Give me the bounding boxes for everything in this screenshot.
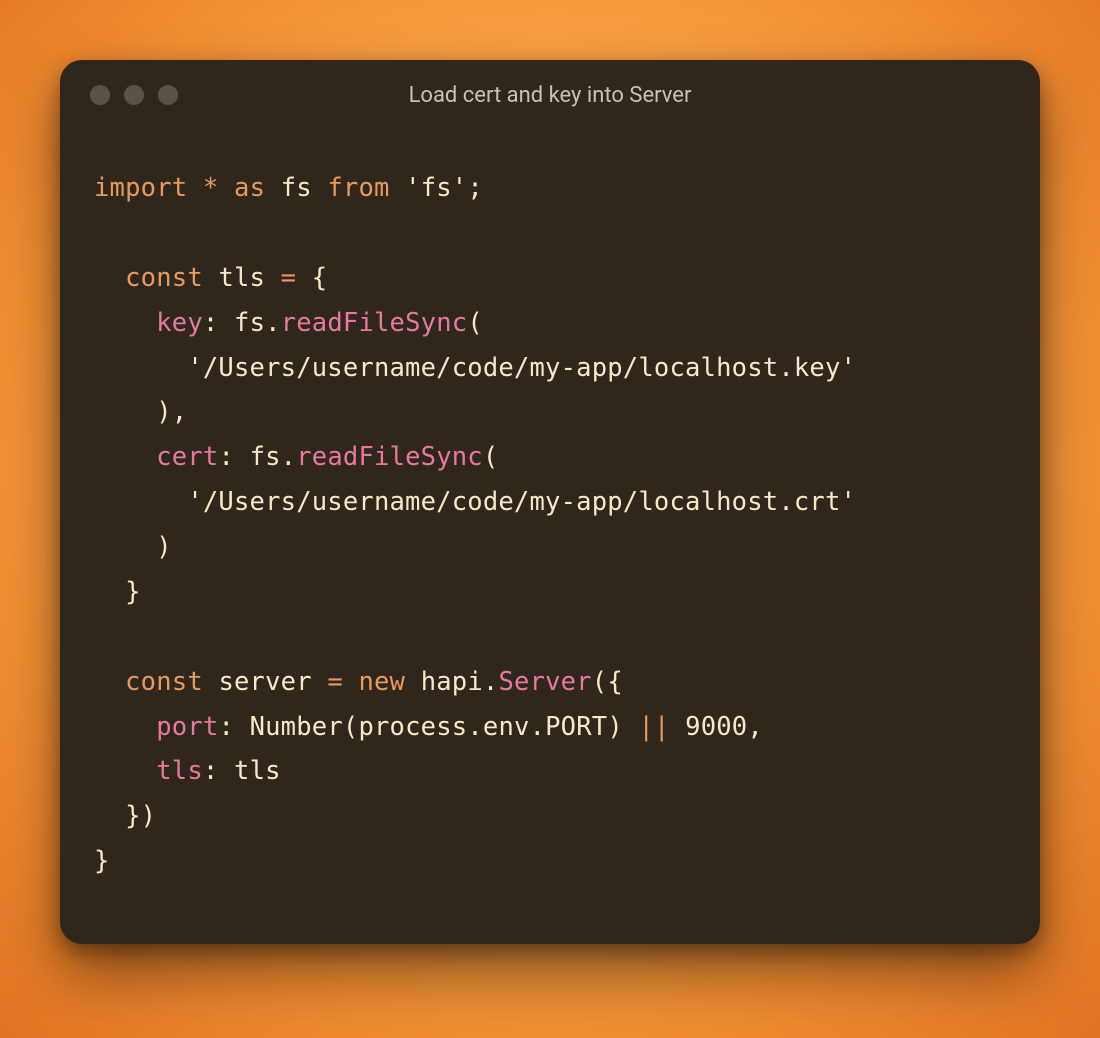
code-window: Load cert and key into Server import * a… bbox=[60, 60, 1040, 944]
fn-readfilesync: readFileSync bbox=[296, 442, 483, 472]
fn-readfilesync: readFileSync bbox=[281, 308, 468, 338]
property-key: key bbox=[156, 308, 203, 338]
punct-dot: . bbox=[483, 667, 499, 697]
close-icon[interactable] bbox=[90, 85, 110, 105]
punct-colon: : bbox=[218, 712, 234, 742]
punct-rparen: ) bbox=[156, 532, 172, 562]
punct-lbrace: { bbox=[607, 667, 623, 697]
identifier-port: PORT bbox=[545, 712, 607, 742]
operator-or: || bbox=[638, 712, 669, 742]
punct-lparen: ( bbox=[483, 442, 499, 472]
punct-dot: . bbox=[467, 712, 483, 742]
class-server: Server bbox=[498, 667, 591, 697]
punct-lparen: ( bbox=[343, 712, 359, 742]
identifier-process: process bbox=[358, 712, 467, 742]
property-cert: cert bbox=[156, 442, 218, 472]
punct-dot: . bbox=[281, 442, 297, 472]
punct-lbrace: { bbox=[312, 263, 328, 293]
code-area[interactable]: import * as fs from 'fs'; const tls = { … bbox=[60, 130, 1040, 904]
zoom-icon[interactable] bbox=[158, 85, 178, 105]
identifier-server: server bbox=[218, 667, 311, 697]
minimize-icon[interactable] bbox=[124, 85, 144, 105]
identifier-env: env bbox=[483, 712, 530, 742]
punct-lparen: ( bbox=[467, 308, 483, 338]
property-tls: tls bbox=[156, 756, 203, 786]
identifier-number: Number bbox=[250, 712, 343, 742]
punct-rparen: ) bbox=[156, 397, 172, 427]
identifier-hapi: hapi bbox=[421, 667, 483, 697]
string-fs-module: 'fs' bbox=[405, 173, 467, 203]
identifier-fs: fs bbox=[234, 308, 265, 338]
operator-eq: = bbox=[327, 667, 343, 697]
punct-colon: : bbox=[203, 756, 219, 786]
punct-rbrace: } bbox=[125, 801, 141, 831]
punct-lparen: ( bbox=[592, 667, 608, 697]
punct-dot: . bbox=[265, 308, 281, 338]
identifier-tls: tls bbox=[234, 756, 281, 786]
punct-rbrace: } bbox=[94, 846, 110, 876]
number-9000: 9000 bbox=[685, 712, 747, 742]
keyword-from: from bbox=[327, 173, 389, 203]
keyword-as: as bbox=[234, 173, 265, 203]
punct-colon: : bbox=[218, 442, 234, 472]
punct-comma: , bbox=[747, 712, 763, 742]
code-block: import * as fs from 'fs'; const tls = { … bbox=[94, 166, 1016, 884]
keyword-new: new bbox=[358, 667, 405, 697]
punct-comma: , bbox=[172, 397, 188, 427]
window-title: Load cert and key into Server bbox=[60, 83, 1040, 108]
punct-dot: . bbox=[530, 712, 546, 742]
punct-semi: ; bbox=[467, 173, 483, 203]
operator-star: * bbox=[203, 173, 219, 203]
string-cert-path: '/Users/username/code/my-app/localhost.c… bbox=[187, 487, 856, 517]
identifier-tls: tls bbox=[218, 263, 265, 293]
punct-colon: : bbox=[203, 308, 219, 338]
identifier-fs: fs bbox=[250, 442, 281, 472]
page-background: Load cert and key into Server import * a… bbox=[0, 0, 1100, 1038]
property-port: port bbox=[156, 712, 218, 742]
keyword-const: const bbox=[125, 667, 203, 697]
window-titlebar: Load cert and key into Server bbox=[60, 60, 1040, 130]
keyword-import: import bbox=[94, 173, 187, 203]
punct-rbrace: } bbox=[125, 577, 141, 607]
punct-rparen: ) bbox=[141, 801, 157, 831]
identifier-fs: fs bbox=[281, 173, 312, 203]
punct-rparen: ) bbox=[607, 712, 623, 742]
operator-eq: = bbox=[281, 263, 297, 293]
traffic-lights bbox=[60, 85, 178, 105]
string-key-path: '/Users/username/code/my-app/localhost.k… bbox=[187, 353, 856, 383]
keyword-const: const bbox=[125, 263, 203, 293]
